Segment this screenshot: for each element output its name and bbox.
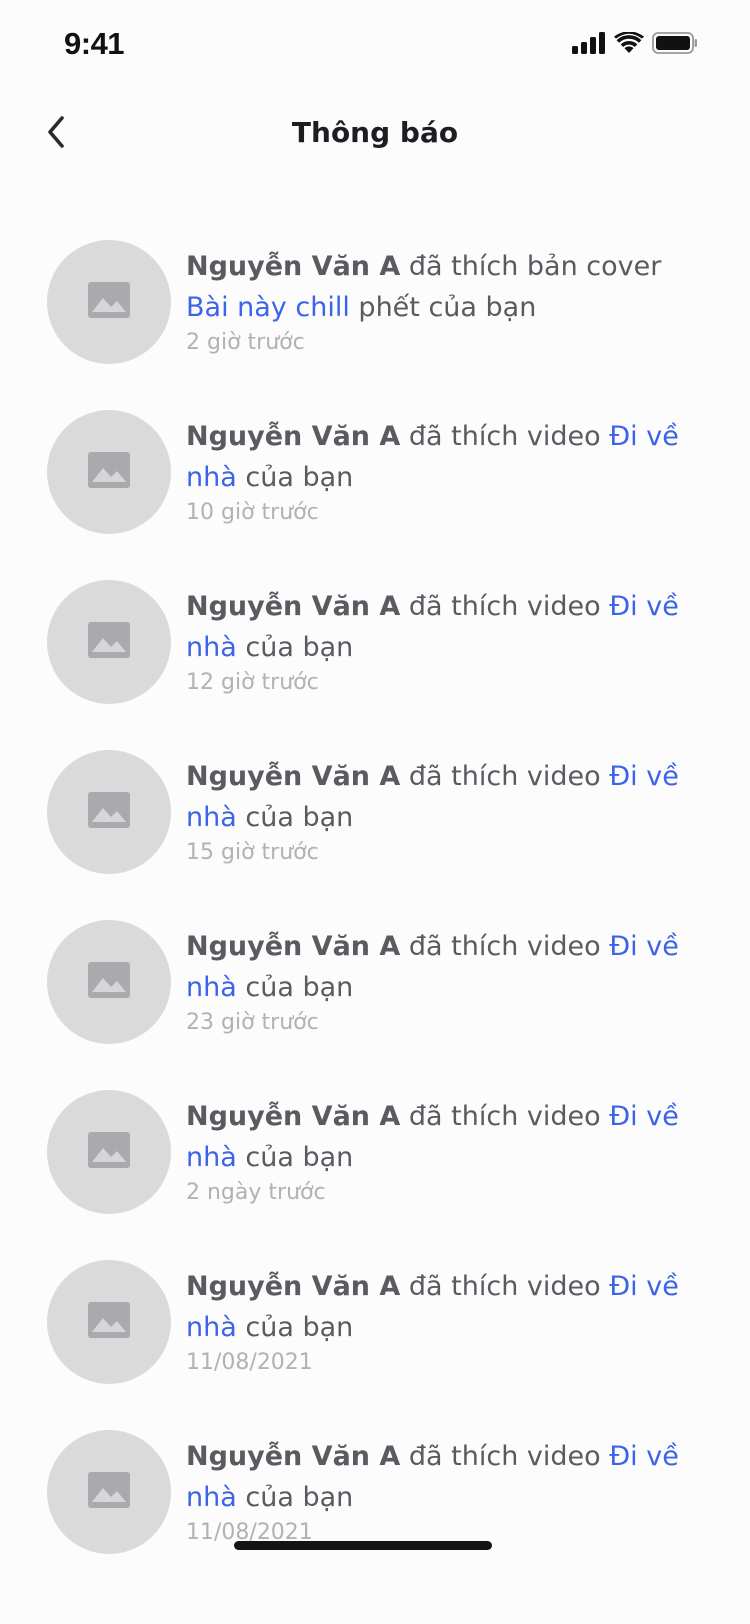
avatar[interactable] bbox=[47, 1430, 171, 1554]
notification-action: đã thích video bbox=[400, 1271, 610, 1302]
notification-action: đã thích video bbox=[400, 1101, 610, 1132]
avatar[interactable] bbox=[47, 580, 171, 704]
notification-user[interactable]: Nguyễn Văn A bbox=[186, 1271, 400, 1302]
notification-suffix: của bạn bbox=[236, 972, 354, 1003]
notification-item[interactable]: Nguyễn Văn A đã thích bản cover Bài này … bbox=[0, 240, 750, 410]
notification-time: 15 giờ trước bbox=[186, 840, 319, 865]
notification-user[interactable]: Nguyễn Văn A bbox=[186, 931, 400, 962]
avatar[interactable] bbox=[47, 410, 171, 534]
notification-action: đã thích video bbox=[400, 421, 610, 452]
notification-item[interactable]: Nguyễn Văn A đã thích video Đi về nhà củ… bbox=[0, 920, 750, 1090]
notification-suffix: phết của bạn bbox=[349, 292, 537, 323]
image-placeholder-icon bbox=[87, 621, 131, 663]
notification-time: 11/08/2021 bbox=[186, 1350, 313, 1375]
notification-item[interactable]: Nguyễn Văn A đã thích video Đi về nhà củ… bbox=[0, 750, 750, 920]
notification-time: 12 giờ trước bbox=[186, 670, 319, 695]
notification-action: đã thích video bbox=[400, 591, 610, 622]
image-placeholder-icon bbox=[87, 451, 131, 493]
notification-suffix: của bạn bbox=[236, 1482, 354, 1513]
notification-text: Nguyễn Văn A đã thích video Đi về nhà củ… bbox=[186, 416, 686, 498]
notification-item[interactable]: Nguyễn Văn A đã thích video Đi về nhà củ… bbox=[0, 1090, 750, 1260]
header: Thông báo bbox=[0, 96, 750, 184]
notification-suffix: của bạn bbox=[236, 1142, 354, 1173]
image-placeholder-icon bbox=[87, 281, 131, 323]
notification-item[interactable]: Nguyễn Văn A đã thích video Đi về nhà củ… bbox=[0, 580, 750, 750]
notification-text: Nguyễn Văn A đã thích video Đi về nhà củ… bbox=[186, 926, 686, 1008]
status-time: 9:41 bbox=[64, 26, 125, 61]
notification-list: Nguyễn Văn A đã thích bản cover Bài này … bbox=[0, 240, 750, 1600]
wifi-icon bbox=[614, 32, 644, 53]
notification-action: đã thích bản cover bbox=[400, 251, 662, 282]
image-placeholder-icon bbox=[87, 791, 131, 833]
avatar[interactable] bbox=[47, 920, 171, 1044]
notification-user[interactable]: Nguyễn Văn A bbox=[186, 1101, 400, 1132]
notification-text: Nguyễn Văn A đã thích video Đi về nhà củ… bbox=[186, 756, 686, 838]
notification-user[interactable]: Nguyễn Văn A bbox=[186, 251, 400, 282]
notification-action: đã thích video bbox=[400, 931, 610, 962]
notification-time: 2 ngày trước bbox=[186, 1180, 326, 1205]
notification-time: 2 giờ trước bbox=[186, 330, 305, 355]
notification-suffix: của bạn bbox=[236, 632, 354, 663]
home-indicator[interactable] bbox=[234, 1541, 492, 1550]
status-icons bbox=[572, 32, 698, 54]
notification-action: đã thích video bbox=[400, 1441, 610, 1472]
notification-item[interactable]: Nguyễn Văn A đã thích video Đi về nhà củ… bbox=[0, 1260, 750, 1430]
notification-user[interactable]: Nguyễn Văn A bbox=[186, 591, 400, 622]
notification-text: Nguyễn Văn A đã thích video Đi về nhà củ… bbox=[186, 1436, 686, 1518]
notification-user[interactable]: Nguyễn Văn A bbox=[186, 1441, 400, 1472]
image-placeholder-icon bbox=[87, 1301, 131, 1343]
avatar[interactable] bbox=[47, 240, 171, 364]
status-bar: 9:41 bbox=[0, 0, 750, 88]
notification-suffix: của bạn bbox=[236, 802, 354, 833]
notification-user[interactable]: Nguyễn Văn A bbox=[186, 421, 400, 452]
cellular-signal-icon bbox=[572, 32, 605, 54]
notification-target-link[interactable]: Bài này chill bbox=[186, 292, 350, 323]
notification-text: Nguyễn Văn A đã thích video Đi về nhà củ… bbox=[186, 1096, 686, 1178]
avatar[interactable] bbox=[47, 1090, 171, 1214]
notification-item[interactable]: Nguyễn Văn A đã thích video Đi về nhà củ… bbox=[0, 1430, 750, 1600]
notification-action: đã thích video bbox=[400, 761, 610, 792]
avatar[interactable] bbox=[47, 750, 171, 874]
page-title: Thông báo bbox=[291, 116, 459, 149]
image-placeholder-icon bbox=[87, 961, 131, 1003]
notification-text: Nguyễn Văn A đã thích bản cover Bài này … bbox=[186, 246, 686, 328]
notification-time: 23 giờ trước bbox=[186, 1010, 319, 1035]
battery-icon bbox=[652, 32, 697, 54]
notification-item[interactable]: Nguyễn Văn A đã thích video Đi về nhà củ… bbox=[0, 410, 750, 580]
avatar[interactable] bbox=[47, 1260, 171, 1384]
image-placeholder-icon bbox=[87, 1471, 131, 1513]
image-placeholder-icon bbox=[87, 1131, 131, 1173]
notification-user[interactable]: Nguyễn Văn A bbox=[186, 761, 400, 792]
notification-suffix: của bạn bbox=[236, 1312, 354, 1343]
notification-text: Nguyễn Văn A đã thích video Đi về nhà củ… bbox=[186, 1266, 686, 1348]
notification-text: Nguyễn Văn A đã thích video Đi về nhà củ… bbox=[186, 586, 686, 668]
notification-time: 10 giờ trước bbox=[186, 500, 319, 525]
notification-suffix: của bạn bbox=[236, 462, 354, 493]
